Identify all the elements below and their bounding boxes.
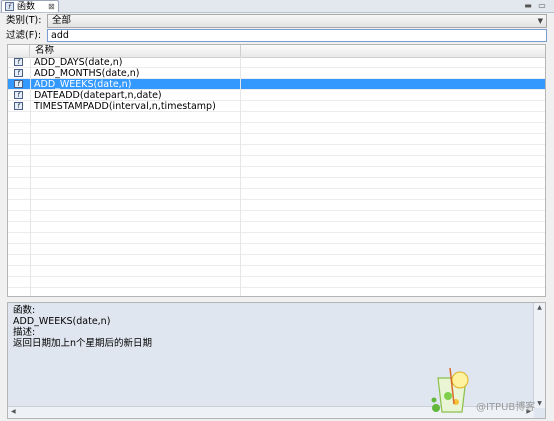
empty-row (8, 277, 545, 288)
table-row[interactable]: f ADD_MONTHS(date,n) (8, 68, 545, 79)
empty-row (8, 266, 545, 277)
function-icon: f (14, 69, 23, 77)
column-header-name[interactable]: 名称 (30, 45, 241, 57)
table-row[interactable]: f TIMESTAMPADD(interval,n,timestamp) (8, 101, 545, 112)
tab-bar: f 函数 ⊠ ▬ ▭ (0, 0, 554, 13)
empty-row (8, 222, 545, 233)
table-rows: f ADD_DAYS(date,n) f ADD_MONTHS(date,n) … (8, 57, 545, 288)
table-row[interactable]: f DATEADD(datepart,n,date) (8, 90, 545, 101)
empty-row (8, 167, 545, 178)
close-icon[interactable]: ⊠ (48, 1, 55, 13)
icon-column-header[interactable] (8, 45, 30, 57)
scroll-left-icon[interactable]: ◀ (11, 407, 16, 417)
function-name: TIMESTAMPADD(interval,n,timestamp) (34, 101, 216, 112)
description-label: 描述: (13, 327, 36, 338)
function-icon: f (14, 80, 23, 88)
function-icon: f (5, 2, 14, 11)
filter-field-box (47, 29, 547, 42)
empty-row (8, 189, 545, 200)
filter-input[interactable] (48, 30, 541, 41)
tab-label: 函数 (17, 2, 36, 12)
function-icon: f (14, 58, 23, 66)
empty-row (8, 123, 545, 134)
function-table: 名称 f ADD_DAYS(date,n) f ADD_MONTHS(date,… (7, 44, 546, 297)
function-name: ADD_DAYS(date,n) (34, 57, 123, 68)
empty-row (8, 211, 545, 222)
function-icon: f (14, 91, 23, 99)
function-name: ADD_MONTHS(date,n) (34, 68, 140, 79)
function-signature: ADD_WEEKS(date,n) (13, 316, 111, 327)
empty-row (8, 156, 545, 167)
tab-functions[interactable]: f 函数 ⊠ (1, 0, 59, 12)
watermark-logo: @ITPUB博客 (426, 364, 546, 416)
empty-row (8, 112, 545, 123)
function-icon: f (14, 102, 23, 110)
function-name: ADD_WEEKS(date,n) (34, 79, 132, 90)
maximize-icon[interactable]: ▭ (536, 0, 548, 11)
function-name: DATEADD(datepart,n,date) (34, 90, 162, 101)
empty-row (8, 244, 545, 255)
scroll-up-icon[interactable]: ▲ (534, 304, 545, 311)
function-label: 函数: (13, 305, 36, 316)
minimize-icon[interactable]: ▬ (522, 0, 534, 11)
category-value: 全部 (52, 15, 72, 26)
watermark-drink-icon (431, 367, 469, 413)
column-divider (240, 57, 241, 296)
empty-row (8, 200, 545, 211)
empty-row (8, 134, 545, 145)
watermark-text: @ITPUB博客 (476, 402, 536, 413)
filter-label: 过滤(F): (6, 30, 42, 41)
table-row-selected[interactable]: f ADD_WEEKS(date,n) (8, 79, 545, 90)
chevron-down-icon: ▼ (537, 17, 543, 25)
column-divider (30, 57, 31, 296)
empty-row (8, 255, 545, 266)
category-select[interactable]: 全部 ▼ (47, 14, 547, 28)
description-text: 返回日期加上n个星期后的新日期 (13, 338, 153, 349)
empty-row (8, 145, 545, 156)
table-row[interactable]: f ADD_DAYS(date,n) (8, 57, 545, 68)
empty-row (8, 178, 545, 189)
category-label: 类别(T): (6, 15, 42, 26)
empty-row (8, 233, 545, 244)
